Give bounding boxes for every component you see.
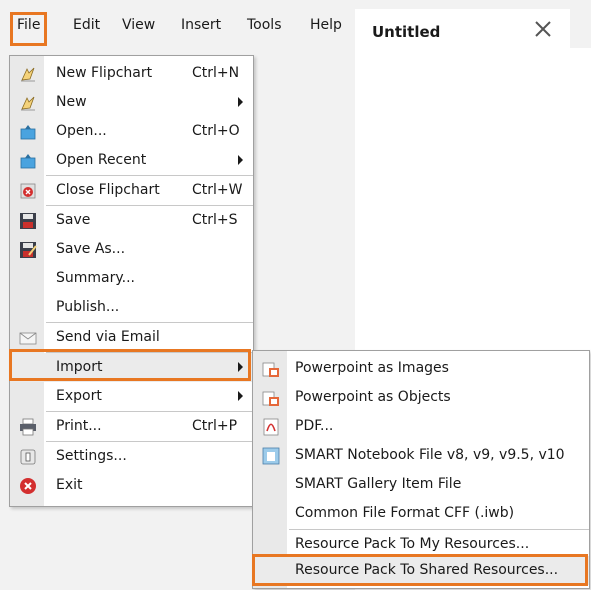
menu-item-shortcut: Ctrl+P <box>192 418 238 434</box>
menu-item-label: Settings... <box>56 448 127 464</box>
open-folder-icon <box>20 125 36 140</box>
printer-icon <box>20 418 36 436</box>
submenu-arrow-icon <box>238 362 243 372</box>
menu-item-label: SMART Gallery Item File <box>295 476 462 492</box>
menu-item-pdf[interactable]: PDF... <box>253 412 589 441</box>
menu-item-open[interactable]: Open... Ctrl+O <box>10 117 253 146</box>
menu-item-settings[interactable]: Settings... <box>10 442 253 471</box>
menu-item-label: Powerpoint as Objects <box>295 389 451 405</box>
exit-icon <box>20 478 36 494</box>
menu-item-label: Common File Format CFF (.iwb) <box>295 505 515 521</box>
menu-item-close-flipchart[interactable]: Close Flipchart Ctrl+W <box>10 176 253 205</box>
menu-item-smart-notebook[interactable]: SMART Notebook File v8, v9, v9.5, v10 <box>253 441 589 470</box>
save-disk-icon <box>20 213 36 229</box>
import-submenu: Powerpoint as Images Powerpoint as Objec… <box>252 350 590 589</box>
menu-item-smart-gallery[interactable]: SMART Gallery Item File <box>253 470 589 499</box>
menu-item-export[interactable]: Export <box>10 382 253 411</box>
menu-item-powerpoint-images[interactable]: Powerpoint as Images <box>253 354 589 383</box>
menu-item-label: Import <box>56 359 103 375</box>
menu-item-label: Save As... <box>56 241 126 257</box>
tab-title: Untitled <box>372 23 441 41</box>
menu-item-shortcut: Ctrl+O <box>192 123 240 139</box>
submenu-arrow-icon <box>238 155 243 165</box>
menu-item-publish[interactable]: Publish... <box>10 293 253 322</box>
menu-item-label: Export <box>56 388 102 404</box>
menu-item-label: Resource Pack To Shared Resources... <box>295 562 559 578</box>
submenu-arrow-icon <box>238 97 243 107</box>
menu-item-label: Save <box>56 212 91 228</box>
powerpoint-icon <box>262 391 279 406</box>
menu-item-label: New <box>56 94 87 110</box>
menu-item-cff[interactable]: Common File Format CFF (.iwb) <box>253 499 589 528</box>
menu-insert[interactable]: Insert <box>181 17 221 33</box>
file-menu: New Flipchart Ctrl+N New Open... Ctrl+O … <box>9 55 254 507</box>
menu-item-label: Open Recent <box>56 152 147 168</box>
open-recent-icon <box>20 154 36 169</box>
new-flipchart-icon <box>21 67 35 82</box>
pdf-icon <box>263 418 279 436</box>
menu-item-new[interactable]: New <box>10 88 253 117</box>
menu-item-label: Powerpoint as Images <box>295 360 449 376</box>
tab-untitled[interactable]: Untitled <box>355 9 570 48</box>
menu-item-label: Publish... <box>56 299 120 315</box>
settings-icon <box>20 449 36 465</box>
menu-view[interactable]: View <box>122 17 155 33</box>
menu-item-label: Close Flipchart <box>56 182 160 198</box>
menu-item-label: Print... <box>56 418 102 434</box>
menu-item-label: Resource Pack To My Resources... <box>295 536 530 552</box>
menu-item-label: Open... <box>56 123 107 139</box>
menu-file[interactable]: File <box>17 17 40 33</box>
menu-item-shortcut: Ctrl+N <box>192 65 240 81</box>
menu-item-shortcut: Ctrl+S <box>192 212 238 228</box>
save-as-icon <box>20 242 37 258</box>
menu-item-shortcut: Ctrl+W <box>192 182 243 198</box>
new-icon <box>21 96 35 111</box>
menu-item-save[interactable]: Save Ctrl+S <box>10 206 253 235</box>
menu-item-open-recent[interactable]: Open Recent <box>10 146 253 175</box>
menu-item-save-as[interactable]: Save As... <box>10 235 253 264</box>
menu-item-print[interactable]: Print... Ctrl+P <box>10 412 253 441</box>
menu-item-label: New Flipchart <box>56 65 153 81</box>
submenu-arrow-icon <box>238 391 243 401</box>
powerpoint-icon <box>262 362 279 377</box>
menu-item-resource-shared[interactable]: Resource Pack To Shared Resources... <box>253 556 589 585</box>
menu-item-exit[interactable]: Exit <box>10 471 253 500</box>
menu-item-label: Exit <box>56 477 83 493</box>
menu-item-label: Send via Email <box>56 329 160 345</box>
menu-item-resource-my[interactable]: Resource Pack To My Resources... <box>253 530 589 559</box>
menu-item-import[interactable]: Import <box>10 353 253 382</box>
close-flipchart-icon <box>20 183 36 199</box>
menu-item-new-flipchart[interactable]: New Flipchart Ctrl+N <box>10 59 253 88</box>
menu-item-label: SMART Notebook File v8, v9, v9.5, v10 <box>295 447 565 463</box>
menu-item-send-email[interactable]: Send via Email <box>10 323 253 352</box>
menu-item-label: Summary... <box>56 270 136 286</box>
menu-item-label: PDF... <box>295 418 334 434</box>
close-icon[interactable] <box>531 17 555 41</box>
menu-tools[interactable]: Tools <box>247 17 282 33</box>
smart-notebook-icon <box>262 447 280 465</box>
menu-edit[interactable]: Edit <box>73 17 100 33</box>
menu-item-summary[interactable]: Summary... <box>10 264 253 293</box>
envelope-icon <box>19 332 37 345</box>
menu-item-powerpoint-objects[interactable]: Powerpoint as Objects <box>253 383 589 412</box>
menu-help[interactable]: Help <box>310 17 342 33</box>
